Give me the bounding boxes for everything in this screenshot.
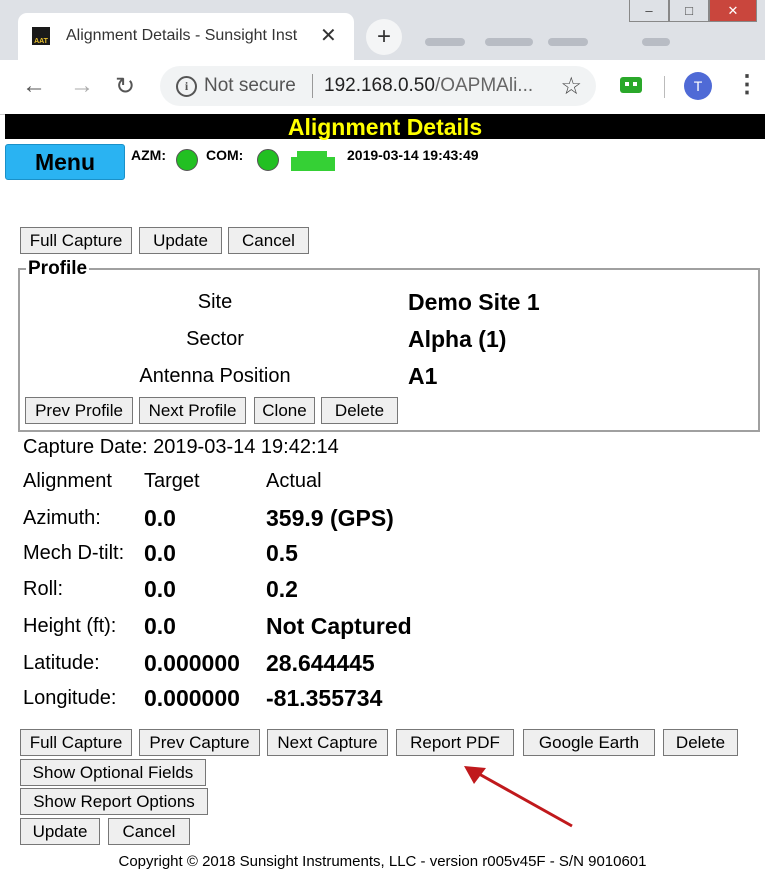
longitude-target: 0.000000: [144, 685, 240, 711]
address-divider: [312, 74, 313, 98]
latitude-target: 0.000000: [144, 650, 240, 676]
window-controls: – □ ✕: [629, 0, 757, 22]
annotation-arrow-icon: [464, 766, 573, 828]
height-label: Height (ft):: [23, 615, 117, 637]
mech-dtilt-label: Mech D-tilt:: [23, 542, 125, 564]
new-tab-button[interactable]: +: [366, 19, 402, 55]
antenna-position-value: A1: [408, 363, 438, 389]
profile-legend: Profile: [28, 258, 88, 279]
google-earth-button[interactable]: Google Earth: [523, 729, 655, 756]
url-text[interactable]: 192.168.0.50/OAPMAli...: [324, 75, 533, 97]
height-actual: Not Captured: [266, 613, 412, 639]
azm-label: AZM:: [131, 147, 166, 163]
next-capture-button[interactable]: Next Capture: [267, 729, 388, 756]
minimize-button[interactable]: –: [629, 0, 669, 22]
tab-title: Alignment Details - Sunsight Inst: [66, 27, 298, 44]
report-pdf-button[interactable]: Report PDF: [396, 729, 514, 756]
target-header: Target: [144, 470, 200, 492]
status-datetime: 2019-03-14 19:43:49: [347, 147, 479, 163]
site-value: Demo Site 1: [408, 289, 540, 315]
sector-value: Alpha (1): [408, 326, 507, 352]
com-label: COM:: [206, 147, 244, 163]
tab-close-icon[interactable]: ✕: [320, 23, 337, 48]
toolbar-divider: [664, 76, 665, 98]
show-optional-fields-button[interactable]: Show Optional Fields: [20, 759, 206, 786]
page-title: Alignment Details: [5, 114, 765, 140]
height-target: 0.0: [144, 613, 176, 639]
blurred-tab[interactable]: [548, 38, 588, 46]
latitude-label: Latitude:: [23, 652, 100, 674]
mech-dtilt-target: 0.0: [144, 540, 176, 566]
sector-label: Sector: [186, 328, 244, 350]
extension-icon[interactable]: [620, 77, 642, 93]
blurred-tab[interactable]: [485, 38, 533, 46]
com-status-led-icon: [257, 149, 279, 171]
alignment-header: Alignment: [23, 470, 112, 492]
profile-avatar[interactable]: T: [684, 72, 712, 100]
maximize-button[interactable]: □: [669, 0, 709, 22]
roll-actual: 0.2: [266, 576, 298, 602]
azimuth-actual: 359.9 (GPS): [266, 505, 394, 531]
next-profile-button[interactable]: Next Profile: [139, 397, 246, 424]
delete-profile-button[interactable]: Delete: [321, 397, 398, 424]
site-label: Site: [197, 291, 233, 313]
blurred-tab[interactable]: [425, 38, 465, 46]
browser-toolbar: ← → ↻ i Not secure 192.168.0.50/OAPMAli.…: [0, 60, 765, 115]
roll-target: 0.0: [144, 576, 176, 602]
azm-status-led-icon: [176, 149, 198, 171]
address-bar[interactable]: i Not secure 192.168.0.50/OAPMAli... ☆: [160, 66, 596, 106]
site-favicon-icon: AAT: [32, 27, 50, 45]
antenna-position-label: Antenna Position: [139, 365, 291, 387]
delete-capture-button[interactable]: Delete: [663, 729, 738, 756]
menu-kebab-icon[interactable]: ⋮: [735, 70, 759, 99]
prev-capture-button[interactable]: Prev Capture: [139, 729, 260, 756]
not-secure-label[interactable]: Not secure: [204, 75, 296, 97]
browser-tabstrip: AAT Alignment Details - Sunsight Inst ✕ …: [0, 0, 765, 60]
longitude-label: Longitude:: [23, 687, 117, 709]
update-button[interactable]: Update: [139, 227, 222, 254]
update-button-bottom[interactable]: Update: [20, 818, 100, 845]
bookmark-star-icon[interactable]: ☆: [560, 72, 582, 101]
menu-button[interactable]: Menu: [5, 144, 125, 180]
mech-dtilt-actual: 0.5: [266, 540, 298, 566]
azimuth-label: Azimuth:: [23, 507, 101, 529]
blurred-tab[interactable]: [642, 38, 670, 46]
window-close-button[interactable]: ✕: [709, 0, 757, 22]
azimuth-target: 0.0: [144, 505, 176, 531]
cancel-button-bottom[interactable]: Cancel: [108, 818, 190, 845]
full-capture-button[interactable]: Full Capture: [20, 227, 132, 254]
url-path: /OAPMAli...: [434, 75, 534, 96]
longitude-actual: -81.355734: [266, 685, 383, 711]
show-report-options-button[interactable]: Show Report Options: [20, 788, 208, 815]
back-arrow-icon[interactable]: ←: [22, 72, 46, 100]
roll-label: Roll:: [23, 578, 64, 600]
copyright-footer: Copyright © 2018 Sunsight Instruments, L…: [118, 853, 647, 870]
capture-date: Capture Date: 2019-03-14 19:42:14: [23, 436, 339, 458]
info-icon[interactable]: i: [176, 76, 197, 97]
full-capture-button-bottom[interactable]: Full Capture: [20, 729, 132, 756]
forward-arrow-icon[interactable]: →: [70, 72, 94, 100]
reload-icon[interactable]: ↻: [115, 72, 135, 101]
cancel-button[interactable]: Cancel: [228, 227, 309, 254]
clone-button[interactable]: Clone: [254, 397, 315, 424]
prev-profile-button[interactable]: Prev Profile: [25, 397, 133, 424]
actual-header: Actual: [266, 470, 322, 492]
browser-tab[interactable]: AAT Alignment Details - Sunsight Inst ✕: [18, 13, 354, 60]
latitude-actual: 28.644445: [266, 650, 375, 676]
url-host: 192.168.0.50: [324, 75, 435, 96]
signal-bar-icon: [291, 151, 335, 171]
